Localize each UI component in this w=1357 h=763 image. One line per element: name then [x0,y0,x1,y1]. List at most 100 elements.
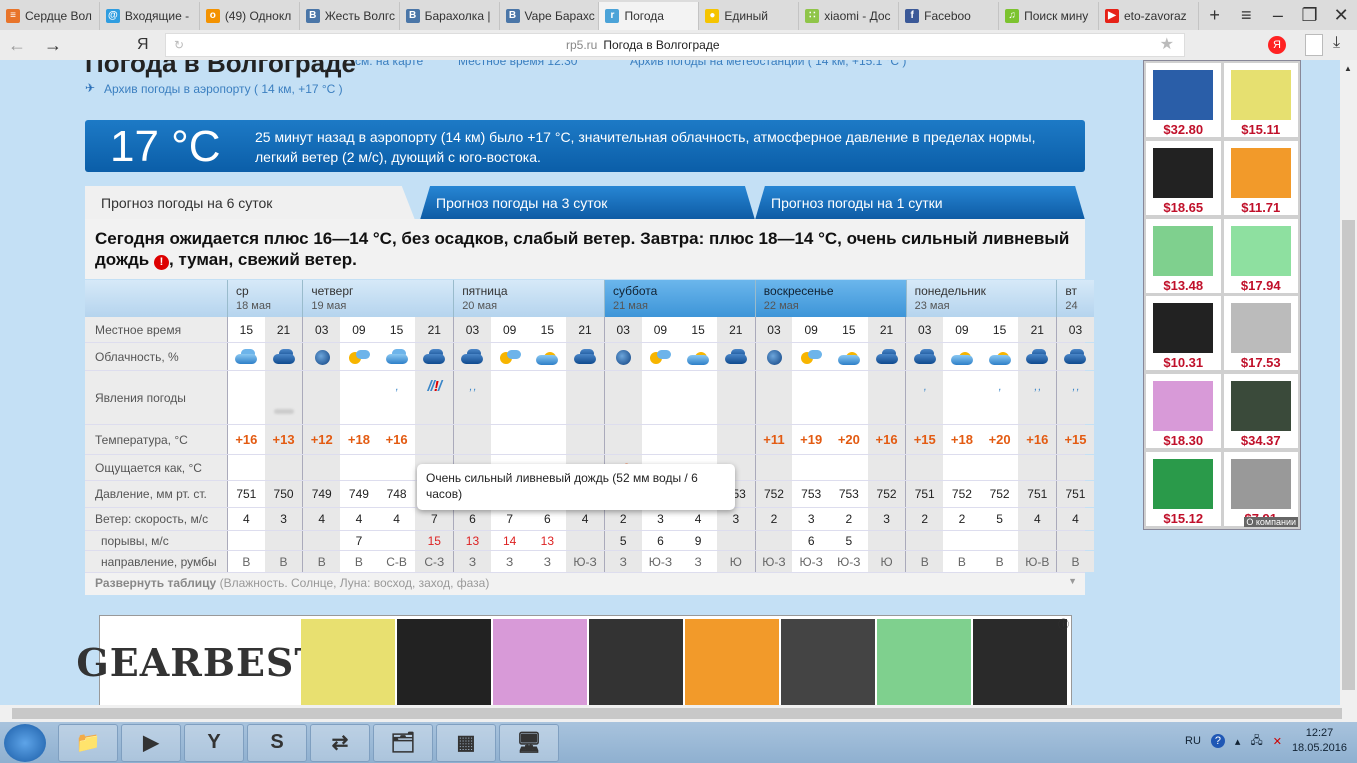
help-icon[interactable]: ? [1210,734,1225,748]
phen-cell[interactable] [792,371,830,424]
clock[interactable]: 12:27 18.05.2016 [1292,726,1347,756]
clouds-cell[interactable] [302,343,341,370]
clouds-cell[interactable] [491,343,529,370]
phen-cell[interactable] [943,371,981,424]
phen-cell[interactable] [867,371,906,424]
phen-cell[interactable]: , , [1056,371,1094,424]
browser-tab[interactable]: ∷ xiaomi - Дос [799,2,900,30]
minimize-button[interactable]: – [1262,5,1294,26]
phen-cell[interactable] [830,371,868,424]
notes-icon[interactable] [1305,34,1323,56]
taskbar-app-icon[interactable]: ▶ [121,723,181,762]
power-icon[interactable]: ✕ [1273,735,1282,748]
phen-cell[interactable] [340,371,378,424]
phen-cell[interactable] [264,371,303,424]
banner-product-image[interactable] [397,619,491,705]
light-rain-icon[interactable]: , [924,381,927,393]
banner-product-image[interactable] [493,619,587,705]
vertical-scrollbar[interactable]: ▲ [1340,60,1357,705]
clouds-cell[interactable] [642,343,680,370]
clouds-cell[interactable] [679,343,717,370]
taskbar-app-icon[interactable]: Y [184,723,244,762]
clouds-cell[interactable] [378,343,416,370]
phen-cell[interactable] [642,371,680,424]
map-link[interactable]: см. на карте [355,60,423,68]
airport-archive-link[interactable]: Архив погоды в аэропорту ( 14 км, +17 °C… [104,82,343,96]
ad-product[interactable]: $7.91 [1223,452,1298,527]
phen-cell[interactable]: , , [1018,371,1057,424]
banner-product-image[interactable] [781,619,875,705]
clouds-cell[interactable] [716,343,755,370]
restore-button[interactable]: ❐ [1294,5,1326,26]
phen-cell[interactable]: , [905,371,944,424]
warning-icon[interactable]: ! [153,255,169,270]
phen-cell[interactable] [566,371,604,424]
tab-1-day[interactable]: Прогноз погоды на 1 сутки [755,186,1085,220]
download-icon[interactable]: ⤓ [1333,34,1340,52]
rain-icon[interactable]: , , [469,381,476,393]
tray-expand-icon[interactable]: ▴ [1235,735,1241,748]
clouds-cell[interactable] [981,343,1019,370]
banner-product-image[interactable] [685,619,779,705]
clouds-cell[interactable] [603,343,642,370]
reload-icon[interactable]: ↻ [174,34,184,56]
clouds-cell[interactable] [830,343,868,370]
banner-product-image[interactable] [301,619,395,705]
ad-product[interactable]: $10.31 [1146,296,1221,371]
clouds-cell[interactable] [227,343,265,370]
phen-cell[interactable] [302,371,341,424]
clouds-cell[interactable] [867,343,906,370]
start-button[interactable] [4,723,46,762]
light-rain-icon[interactable]: , [999,381,1002,393]
heavy-rain-icon[interactable]: //!/ [428,378,442,395]
browser-tab[interactable]: ▶ eto-zavoraz [1099,2,1199,30]
clouds-cell[interactable] [529,343,567,370]
menu-icon[interactable]: ≡ [1231,5,1263,26]
taskbar-app-icon[interactable]: 🖥 [499,723,559,762]
close-button[interactable]: ✕ [1325,5,1357,26]
station-archive-link[interactable]: Архив погоды на метеостанции ( 14 км, +1… [630,60,906,68]
browser-tab[interactable]: ♫ Поиск мину [999,2,1099,30]
ad-product[interactable]: $34.37 [1223,374,1298,449]
clouds-cell[interactable] [415,343,454,370]
rain-icon[interactable]: , , [1034,381,1041,393]
phen-cell[interactable] [227,371,265,424]
new-tab-button[interactable]: + [1199,5,1231,26]
ad-product[interactable]: $18.65 [1146,140,1221,215]
phen-cell[interactable] [754,371,793,424]
phen-cell[interactable]: , [378,371,416,424]
ad-banner[interactable]: GEARBEST ⓘ [76,615,1072,705]
browser-tab[interactable]: B Vape Барахс [500,2,600,30]
taskbar-app-icon[interactable]: S [247,723,307,762]
back-button[interactable]: ← [8,35,26,56]
clouds-cell[interactable] [453,343,491,370]
ad-sidebar[interactable]: $32.80 $15.11 $18.65 $11.71 $13.48 $17.94 $10.… [1143,60,1301,530]
clouds-cell[interactable] [1056,343,1094,370]
bookmark-star-icon[interactable]: ★ [1160,34,1174,56]
rain-icon[interactable]: , , [1072,381,1079,393]
clouds-cell[interactable] [1018,343,1057,370]
browser-tab[interactable]: B Барахолка | [400,2,500,30]
clouds-cell[interactable] [566,343,604,370]
yandex-icon[interactable]: Я [1268,36,1286,54]
taskbar-app-icon[interactable]: ▦ [436,723,496,762]
browser-tab[interactable]: @ Входящие - [100,2,200,30]
browser-tab[interactable]: f Faceboo [899,2,1000,30]
ad-product[interactable]: $17.53 [1223,296,1298,371]
horizontal-scrollbar[interactable] [0,705,1357,722]
tab-6-days[interactable]: Прогноз погоды на 6 суток [85,186,415,220]
ad-product[interactable]: $32.80 [1146,63,1221,137]
browser-tab[interactable]: o (49) Однокл [200,2,300,30]
phen-cell[interactable] [491,371,529,424]
yandex-home-button[interactable]: Я [137,36,149,54]
taskbar-app-icon[interactable]: 📁 [58,723,118,762]
chevron-down-icon[interactable]: ▼ [1068,576,1077,586]
banner-product-image[interactable] [973,619,1067,705]
phen-cell[interactable]: , [981,371,1019,424]
browser-tab[interactable]: ≡ Сердце Вол [0,2,100,30]
language-indicator[interactable]: RU [1185,735,1201,747]
phen-cell[interactable] [603,371,642,424]
ad-product[interactable]: $15.12 [1146,452,1221,527]
browser-tab[interactable]: r Погода [599,2,700,30]
forward-button[interactable]: → [44,35,62,56]
